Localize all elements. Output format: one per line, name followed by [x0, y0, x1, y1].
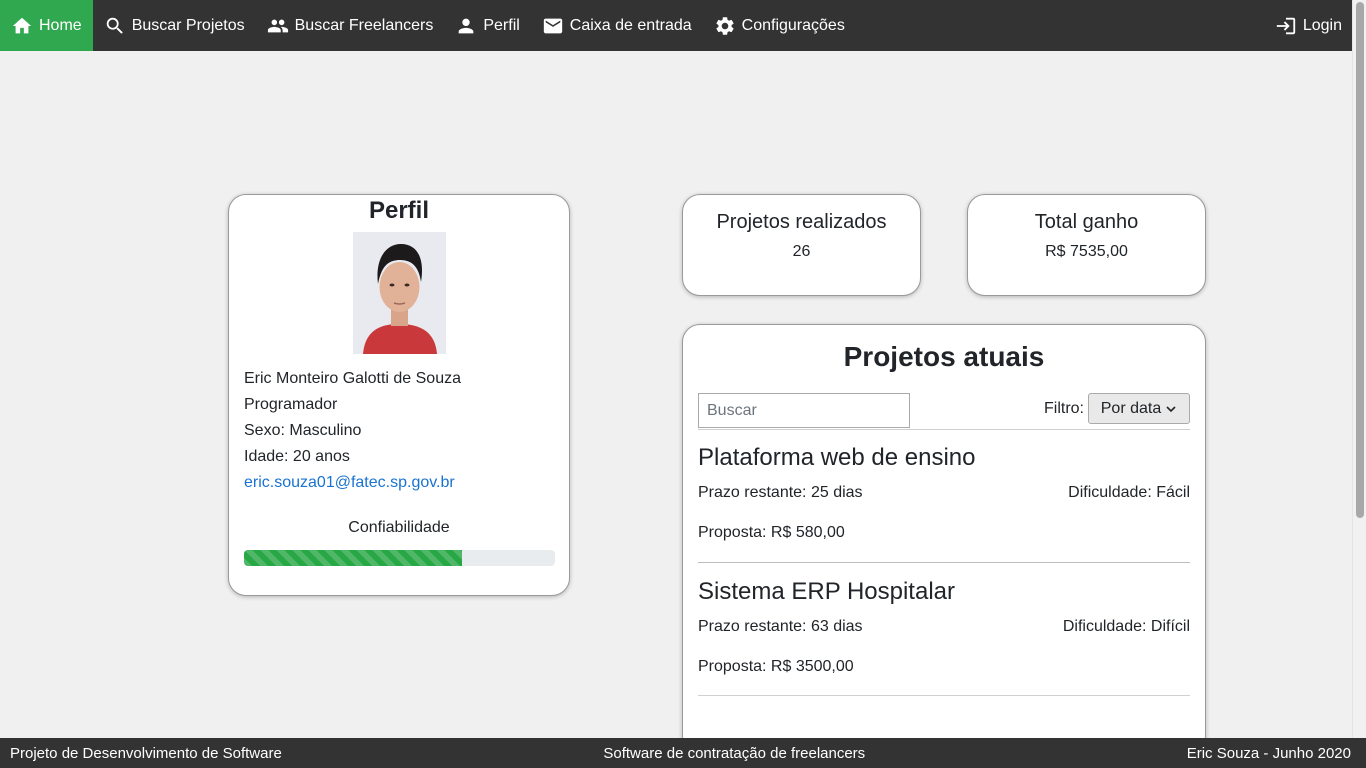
profile-title: Perfil — [368, 197, 430, 224]
list-divider — [698, 562, 1190, 563]
reliability-label: Confiabilidade — [348, 519, 450, 536]
current-projects-card: Projetos atuais Filtro: Por data Platafo… — [682, 324, 1206, 754]
profile-name: Eric Monteiro Galotti de Souza — [244, 370, 461, 387]
nav-search-freelancers-label: Buscar Freelancers — [294, 16, 434, 34]
projects-done-title: Projetos realizados — [716, 211, 887, 233]
projects-done-value: 26 — [792, 243, 811, 260]
profile-role: Programador — [244, 396, 338, 413]
gear-icon — [716, 16, 734, 35]
footer-center: Software de contratação de freelancers — [603, 744, 866, 762]
profile-gender: Sexo: Masculino — [244, 422, 362, 439]
login-icon — [1276, 17, 1296, 34]
project-difficulty: Dificuldade: Fácil — [1068, 484, 1190, 501]
nav-settings[interactable]: Configurações — [703, 0, 856, 51]
reliability-progress-bar — [244, 550, 555, 566]
nav-search-projects[interactable]: Buscar Projetos — [93, 0, 256, 51]
total-earnings-card: Total ganho R$ 7535,00 — [967, 194, 1206, 296]
page-scrollbar[interactable] — [1352, 0, 1366, 738]
profile-age: Idade: 20 anos — [244, 448, 350, 465]
project-details-row: Prazo restante: 25 dias Dificuldade: Fác… — [698, 484, 1190, 502]
nav-home-label: Home — [39, 16, 82, 34]
current-projects-title: Projetos atuais — [843, 341, 1045, 372]
project-item[interactable]: Sistema ERP Hospitalar Prazo restante: 6… — [698, 578, 1190, 676]
scrollbar-thumb[interactable] — [1356, 2, 1364, 518]
nav-inbox-label: Caixa de entrada — [569, 16, 692, 34]
nav-search-projects-label: Buscar Projetos — [131, 16, 245, 34]
project-deadline: Prazo restante: 25 dias — [698, 484, 863, 501]
profile-info: Eric Monteiro Galotti de Souza Programad… — [244, 366, 461, 496]
project-bid: Proposta: R$ 3500,00 — [698, 658, 854, 675]
avatar — [353, 232, 446, 354]
mail-icon — [543, 18, 562, 33]
nav-profile-label: Perfil — [483, 16, 520, 34]
nav-settings-label: Configurações — [741, 16, 845, 34]
profile-card: Perfil Eric Monteiro Galotti de Souza Pr… — [228, 194, 570, 596]
footer-left: Projeto de Desenvolvimento de Software — [10, 744, 282, 762]
total-earnings-value: R$ 7535,00 — [1045, 243, 1128, 260]
nav-search-freelancers[interactable]: Buscar Freelancers — [256, 0, 445, 51]
project-difficulty: Dificuldade: Difícil — [1062, 618, 1190, 635]
footer-right: Eric Souza - Junho 2020 — [1186, 744, 1351, 762]
nav-home[interactable]: Home — [0, 0, 93, 51]
footer: Projeto de Desenvolvimento de Software S… — [0, 738, 1366, 768]
project-details-row: Prazo restante: 63 dias Dificuldade: Dif… — [698, 618, 1190, 636]
nav-inbox[interactable]: Caixa de entrada — [531, 0, 703, 51]
chevron-down-icon — [1166, 405, 1176, 412]
project-item[interactable]: Plataforma web de ensino Prazo restante:… — [698, 444, 1190, 542]
top-navbar: Home Buscar Projetos Buscar Freelancers … — [0, 0, 1352, 51]
nav-login-label: Login — [1302, 16, 1342, 34]
reliability-progress-fill — [244, 550, 462, 566]
filter-dropdown[interactable]: Por data — [1088, 393, 1190, 424]
profile-email-link[interactable]: eric.souza01@fatec.sp.gov.br — [244, 474, 455, 491]
project-search-input[interactable] — [698, 393, 910, 428]
people-icon — [267, 19, 288, 32]
project-deadline: Prazo restante: 63 dias — [698, 618, 863, 635]
project-name: Sistema ERP Hospitalar — [698, 578, 955, 605]
home-icon — [12, 17, 32, 33]
search-icon — [106, 17, 123, 34]
filter-dropdown-value: Por data — [1100, 399, 1162, 417]
list-divider — [698, 695, 1190, 696]
project-bid: Proposta: R$ 580,00 — [698, 524, 845, 541]
filter-label: Filtro: — [1044, 400, 1084, 417]
projects-done-card: Projetos realizados 26 — [682, 194, 921, 296]
person-icon — [459, 18, 474, 33]
list-divider — [698, 429, 1190, 430]
total-earnings-title: Total ganho — [1034, 211, 1139, 233]
nav-profile[interactable]: Perfil — [444, 0, 530, 51]
project-name: Plataforma web de ensino — [698, 444, 976, 471]
profile-photo — [353, 232, 446, 354]
nav-login[interactable]: Login — [1264, 0, 1352, 51]
